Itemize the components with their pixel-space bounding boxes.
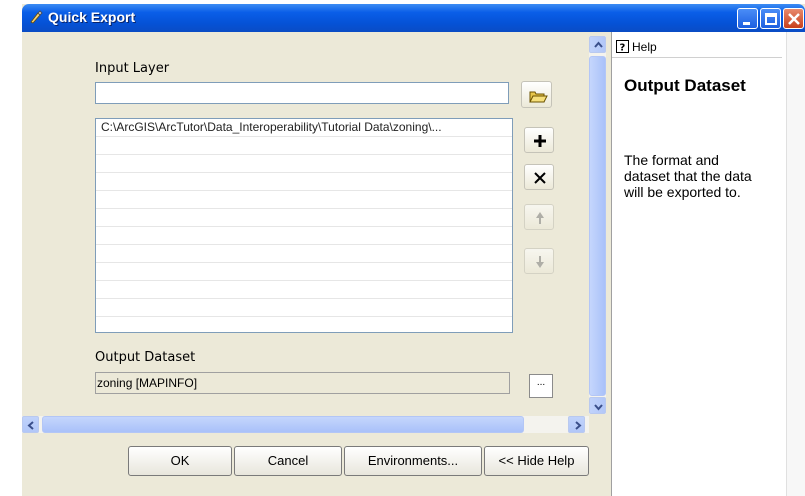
svg-text:?: ? (620, 43, 626, 54)
close-icon (788, 13, 800, 25)
move-up-icon (536, 212, 544, 224)
list-item[interactable] (96, 281, 512, 299)
scroll-right-arrow[interactable] (568, 416, 585, 433)
hide-help-button[interactable]: << Hide Help (484, 446, 589, 476)
help-tab[interactable]: ? Help (612, 37, 782, 58)
ok-button[interactable]: OK (128, 446, 232, 476)
help-panel: ? Help Output Dataset The format and dat… (611, 32, 805, 496)
vertical-scrollbar[interactable] (589, 36, 606, 414)
scroll-up-arrow[interactable] (589, 36, 606, 53)
environments-button[interactable]: Environments... (344, 446, 482, 476)
browse-button[interactable]: ... (529, 374, 553, 398)
maximize-button[interactable] (760, 8, 781, 29)
help-title: Output Dataset (624, 76, 746, 95)
minimize-button[interactable] (737, 8, 758, 29)
list-item[interactable] (96, 263, 512, 281)
chevron-down-icon (594, 404, 603, 411)
input-dataset-list[interactable]: C:\ArcGIS\ArcTutor\Data_Interoperability… (95, 118, 513, 333)
title-bar[interactable]: Quick Export (22, 4, 805, 32)
cancel-button[interactable]: Cancel (234, 446, 342, 476)
chevron-up-icon (594, 41, 603, 48)
chevron-left-icon (27, 421, 34, 430)
remove-icon (534, 172, 546, 184)
input-layer-label: Input Layer (95, 61, 170, 76)
list-item[interactable] (96, 317, 512, 332)
window-title: Quick Export (48, 9, 136, 25)
horizontal-scrollbar[interactable] (22, 416, 589, 433)
output-dataset-field[interactable]: zoning [MAPINFO] (95, 372, 510, 394)
list-item[interactable] (96, 245, 512, 263)
list-item[interactable] (96, 227, 512, 245)
help-icon: ? (616, 40, 629, 53)
scroll-left-arrow[interactable] (22, 416, 39, 433)
list-item[interactable] (96, 173, 512, 191)
add-button[interactable] (524, 127, 554, 153)
help-description: The format and dataset that the data wil… (624, 152, 752, 200)
list-item[interactable]: C:\ArcGIS\ArcTutor\Data_Interoperability… (96, 119, 512, 137)
open-folder-icon (529, 91, 548, 103)
help-tab-label: Help (632, 40, 657, 54)
maximize-icon (765, 13, 777, 25)
parameters-panel: Input Layer C:\ArcGIS\ArcTutor\Data_Inte… (22, 32, 589, 416)
list-item[interactable] (96, 137, 512, 155)
list-item[interactable] (96, 299, 512, 317)
close-button[interactable] (783, 8, 804, 29)
move-down-button[interactable] (524, 248, 554, 274)
add-icon (534, 135, 546, 147)
pencil-wrench-icon (30, 10, 43, 24)
output-dataset-label: Output Dataset (95, 350, 196, 365)
list-item[interactable] (96, 155, 512, 173)
list-item[interactable] (96, 209, 512, 227)
list-item[interactable] (96, 191, 512, 209)
chevron-right-icon (575, 421, 582, 430)
help-scrollbar[interactable] (786, 32, 805, 496)
move-up-button[interactable] (524, 204, 554, 230)
move-down-icon (536, 256, 544, 268)
vertical-scroll-thumb[interactable] (589, 56, 606, 396)
input-layer-field[interactable] (95, 82, 509, 104)
horizontal-scroll-thumb[interactable] (42, 416, 524, 433)
scroll-down-arrow[interactable] (589, 397, 606, 414)
open-dataset-button[interactable] (521, 81, 552, 108)
minimize-icon (743, 22, 750, 25)
quick-export-window: Quick Export Input Layer C:\ArcGIS\ArcTu… (22, 4, 805, 496)
remove-button[interactable] (524, 164, 554, 190)
